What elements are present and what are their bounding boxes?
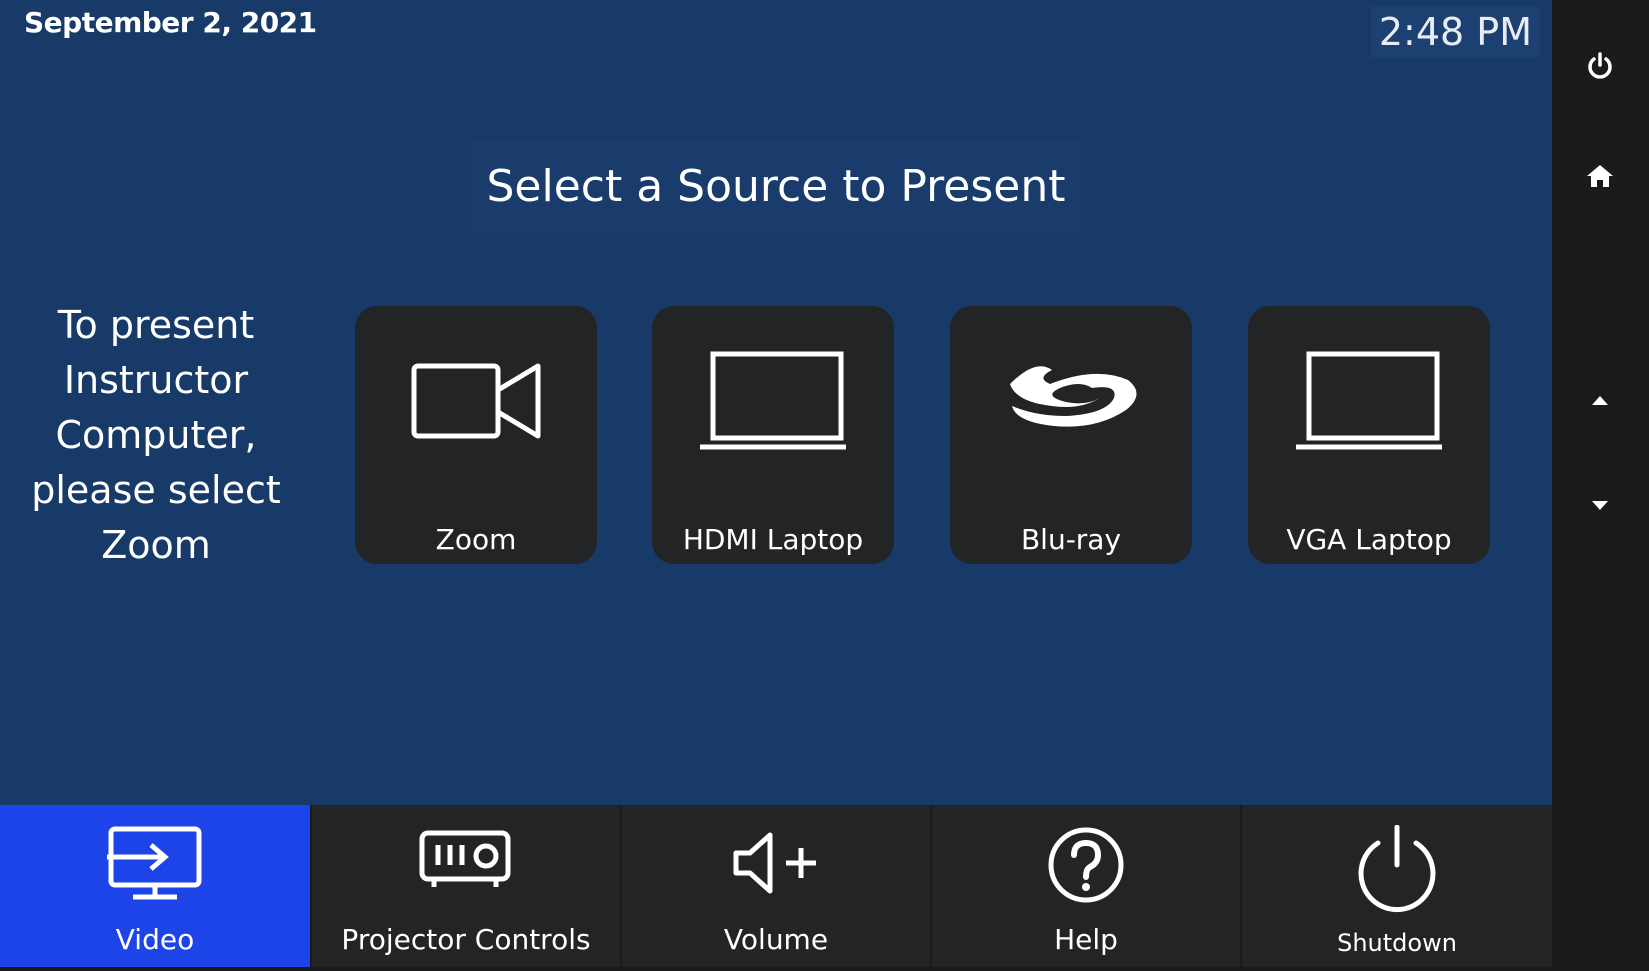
- laptop-icon: [652, 344, 894, 484]
- home-icon: [1586, 163, 1614, 193]
- nav-label: Projector Controls: [341, 923, 591, 956]
- laptop-icon: [1248, 344, 1490, 484]
- clock-label: 2:48 PM: [1370, 6, 1540, 58]
- source-label: HDMI Laptop: [682, 523, 864, 556]
- nav-help-button[interactable]: Help: [932, 805, 1240, 967]
- date-label: September 2, 2021: [24, 6, 317, 39]
- projector-icon: [312, 825, 620, 895]
- sidebar-power-button[interactable]: [1570, 38, 1630, 98]
- nav-projector-controls-button[interactable]: Projector Controls: [312, 805, 620, 967]
- source-bluray-button[interactable]: Blu-ray: [950, 306, 1192, 564]
- nav-shutdown-button[interactable]: Shutdown: [1242, 805, 1552, 967]
- source-hdmi-laptop-button[interactable]: HDMI Laptop: [652, 306, 894, 564]
- bluray-icon: [950, 344, 1192, 484]
- nav-video-button[interactable]: Video: [0, 805, 310, 967]
- volume-up-icon: [622, 825, 930, 901]
- nav-volume-button[interactable]: Volume: [622, 805, 930, 967]
- page-title-text: Select a Source to Present: [486, 160, 1066, 212]
- sidebar: [1552, 0, 1649, 971]
- bottom-nav: Video Projector Controls Volume Help Shu…: [0, 805, 1552, 971]
- nav-label: Volume: [723, 923, 829, 956]
- source-label: Zoom: [435, 523, 517, 556]
- nav-label: Video: [115, 923, 195, 956]
- page-title: Select a Source to Present: [466, 140, 1086, 232]
- source-label: VGA Laptop: [1286, 523, 1452, 556]
- instruction-text: To present Instructor Computer, please s…: [31, 303, 281, 567]
- power-icon: [1586, 52, 1614, 84]
- source-label: Blu-ray: [1020, 523, 1122, 556]
- sidebar-scroll-up-button[interactable]: [1570, 370, 1630, 430]
- source-list: Zoom HDMI Laptop Blu-ray VGA Laptop: [355, 306, 1495, 564]
- sidebar-scroll-down-button[interactable]: [1570, 476, 1630, 536]
- arrow-down-icon: [1591, 497, 1609, 516]
- main-panel: September 2, 2021 2:48 PM Select a Sourc…: [0, 0, 1552, 805]
- video-camera-icon: [355, 344, 597, 484]
- nav-label: Shutdown: [1337, 929, 1457, 957]
- display-icon: [0, 825, 310, 901]
- source-vga-laptop-button[interactable]: VGA Laptop: [1248, 306, 1490, 564]
- help-icon: [932, 825, 1240, 905]
- source-zoom-button[interactable]: Zoom: [355, 306, 597, 564]
- nav-label: Help: [1054, 923, 1118, 956]
- sidebar-home-button[interactable]: [1570, 148, 1630, 208]
- arrow-up-icon: [1591, 391, 1609, 410]
- power-icon: [1242, 825, 1552, 915]
